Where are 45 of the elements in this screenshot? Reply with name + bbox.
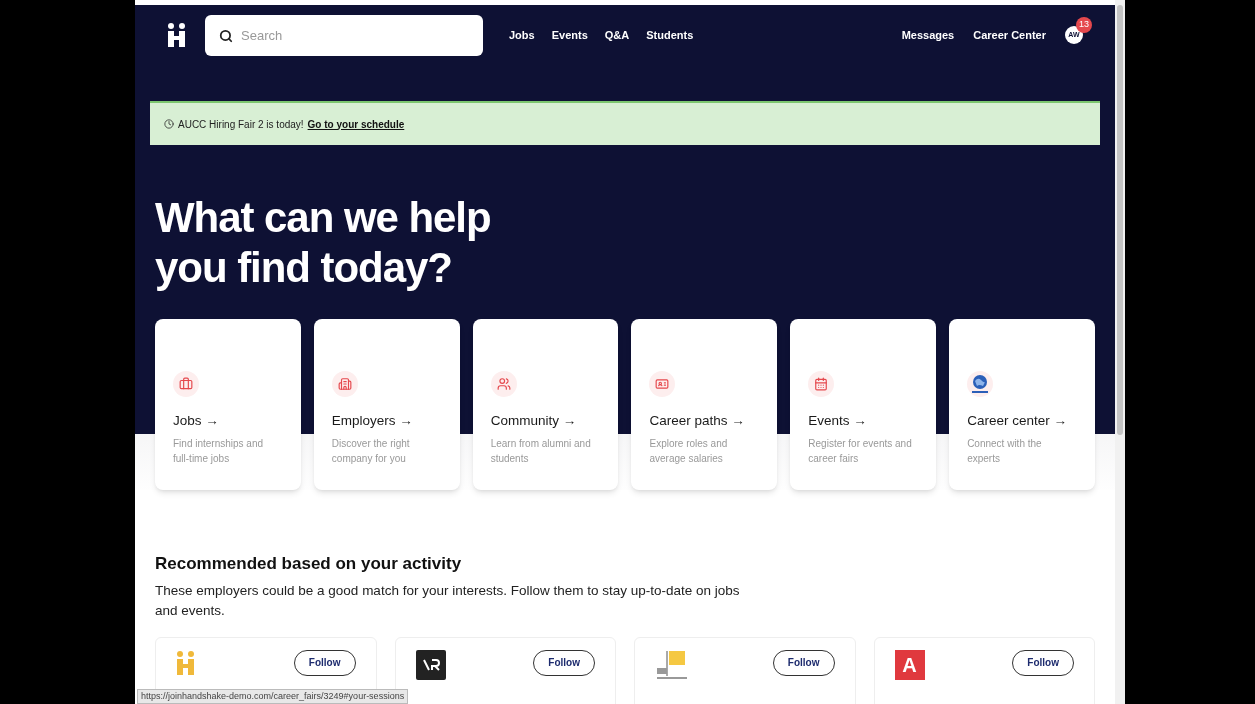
category-description: Learn from alumni and students xyxy=(490,437,592,467)
category-title: Community → xyxy=(490,412,578,430)
category-title: Jobs → xyxy=(173,412,220,430)
hero-heading: you find today? xyxy=(155,243,453,293)
category-card[interactable]: Community → Learn from alumni and students xyxy=(472,319,619,490)
employer-card[interactable]: Follow xyxy=(634,636,856,704)
category-card[interactable]: Career paths → Explore roles and average salaries xyxy=(631,319,778,490)
category-card[interactable]: Career center → Connect with the experts xyxy=(949,319,1095,490)
section-heading: Recommended based on your activity xyxy=(155,553,463,575)
category-card[interactable]: Events → Register for events and career fairs xyxy=(790,319,937,490)
category-description: Connect with the experts xyxy=(967,437,1043,467)
scrollbar-thumb[interactable] xyxy=(1117,5,1123,435)
category-description: Explore roles and average salaries xyxy=(649,437,729,467)
nav-link[interactable]: Career Center xyxy=(973,26,1046,44)
notification-badge: 13 xyxy=(1076,17,1092,33)
search-field[interactable]: Search xyxy=(205,14,483,56)
nav-link[interactable]: Students xyxy=(646,26,694,44)
building-icon xyxy=(337,377,352,391)
hero-heading: What can we help xyxy=(155,193,492,243)
id-card-icon xyxy=(655,377,670,391)
nav-link[interactable]: Messages xyxy=(901,26,955,44)
category-description: Find internships and full-time jobs xyxy=(173,437,265,467)
section-description: These employers could be a good match for your interests. Follow them to stay up-to-date on jobs and events. xyxy=(155,581,741,620)
category-card[interactable]: Employers → Discover the right company for you xyxy=(313,319,460,490)
nav-link[interactable]: Events xyxy=(551,26,588,44)
company-logo: A xyxy=(894,649,925,680)
schedule-link[interactable]: Go to your schedule xyxy=(307,116,405,132)
category-title: Employers → xyxy=(331,412,414,430)
banner-text: AUCC Hiring Fair 2 is today! xyxy=(178,117,304,132)
category-title: Career paths → xyxy=(649,412,746,430)
clock-icon xyxy=(164,119,174,129)
category-title: Career center → xyxy=(967,412,1068,430)
calendar-icon xyxy=(814,377,829,391)
category-title: Events → xyxy=(808,412,868,430)
status-bar-url: https://joinhandshake-demo.com/career_fairs/3249#your-sessions xyxy=(137,689,409,704)
briefcase-icon xyxy=(179,377,193,391)
nav-link[interactable]: Jobs xyxy=(509,26,535,44)
search-icon xyxy=(219,28,233,43)
employer-card[interactable]: A Follow xyxy=(873,636,1095,704)
company-logo-icon xyxy=(415,649,446,680)
people-icon xyxy=(496,377,511,391)
nav-link[interactable]: Q&A xyxy=(604,26,630,44)
category-card[interactable]: Jobs → Find internships and full-time jobs xyxy=(155,319,301,490)
category-description: Register for events and career fairs xyxy=(808,437,913,467)
category-description: Discover the right company for you xyxy=(331,437,411,467)
